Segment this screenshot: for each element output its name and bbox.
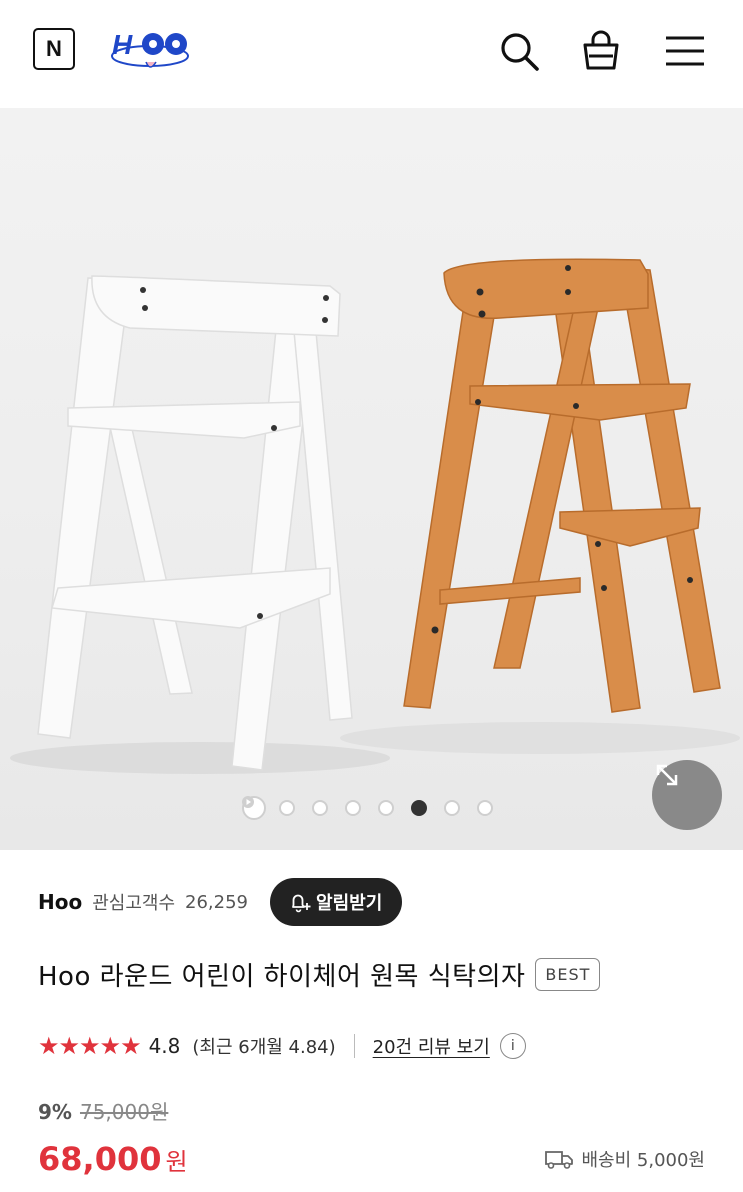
brand-row: Hoo 관심고객수 26,259 알림받기: [38, 876, 403, 928]
slide-dot[interactable]: [444, 800, 460, 816]
shopping-bag-icon[interactable]: [580, 30, 622, 72]
gallery-pagination: [242, 796, 510, 820]
info-icon[interactable]: i: [499, 1033, 526, 1059]
fan-count-label: 관심고객수: [92, 893, 176, 914]
search-icon[interactable]: [498, 30, 540, 72]
sale-price: 68,000: [38, 1140, 162, 1178]
slide-dot[interactable]: [378, 800, 394, 816]
product-title-row: Hoo 라운드 어린이 하이체어 원목 식탁의자 BEST: [38, 956, 601, 993]
slide-dot[interactable]: [279, 800, 295, 816]
fan-count: 26,259: [185, 891, 249, 913]
sale-price-row: 68,000 원: [38, 1140, 188, 1178]
product-photo-high-chairs: [10, 258, 740, 774]
discount-rate: 9%: [38, 1100, 72, 1124]
currency-unit: 원: [165, 1148, 188, 1176]
hoo-logo[interactable]: H: [108, 26, 194, 74]
original-price: 75,000원: [79, 1100, 169, 1124]
hamburger-menu-icon[interactable]: [664, 30, 706, 72]
discount-row: 9% 75,000원: [38, 1096, 168, 1125]
product-image-gallery[interactable]: [0, 108, 743, 850]
bell-plus-icon: [292, 894, 311, 913]
recent-rating: (최근 6개월 4.84): [192, 1037, 336, 1058]
svg-text:H: H: [112, 29, 133, 60]
brand-name[interactable]: Hoo: [38, 890, 82, 914]
notify-label: 알림받기: [316, 893, 383, 914]
review-link[interactable]: 20건 리뷰 보기: [373, 1033, 490, 1059]
slide-dot[interactable]: [477, 800, 493, 816]
product-title: Hoo 라운드 어린이 하이체어 원목 식탁의자: [38, 962, 526, 992]
rating-value: 4.8: [148, 1034, 181, 1058]
best-badge: BEST: [535, 958, 601, 991]
rating-stars-icon: ★★★★★: [38, 1032, 142, 1060]
expand-arrows-icon: [656, 764, 678, 786]
app-header: N H: [0, 0, 743, 108]
expand-image-button[interactable]: [652, 760, 722, 830]
notify-button[interactable]: 알림받기: [270, 878, 403, 926]
divider: [353, 1034, 355, 1058]
video-slide-dot[interactable]: [242, 796, 266, 820]
rating-row: ★★★★★ 4.8 (최근 6개월 4.84) 20건 리뷰 보기 i: [38, 1030, 526, 1062]
slide-dot-active[interactable]: [411, 800, 427, 816]
naver-home-button[interactable]: N: [33, 28, 75, 70]
slide-dot[interactable]: [312, 800, 328, 816]
shipping-text: 배송비 5,000원: [581, 1150, 706, 1171]
truck-icon: [544, 1151, 573, 1169]
shipping-fee: 배송비 5,000원: [544, 1146, 706, 1172]
slide-dot[interactable]: [345, 800, 361, 816]
